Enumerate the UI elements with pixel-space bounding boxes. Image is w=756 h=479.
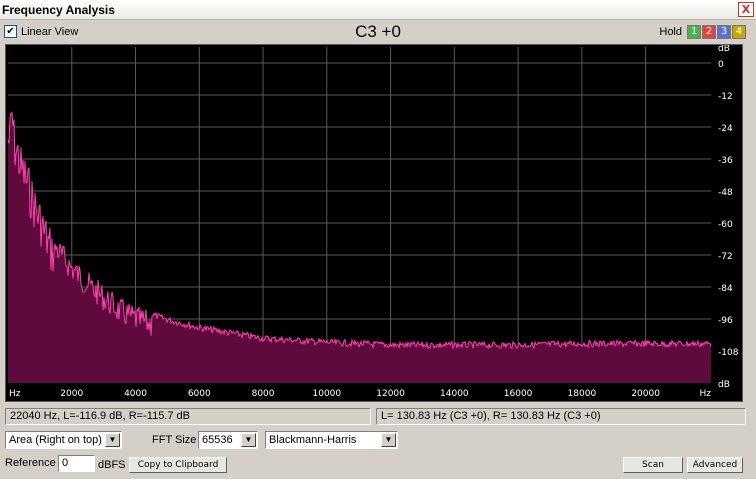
fft-size-label: FFT Size — [152, 434, 197, 446]
y-tick-label: -96 — [718, 316, 733, 326]
chevron-down-icon[interactable]: ▼ — [105, 433, 120, 447]
y-tick-label: -48 — [718, 188, 733, 198]
hold-button-1[interactable]: 1 — [687, 25, 701, 39]
chevron-down-icon[interactable]: ▼ — [381, 433, 396, 447]
hold-button-2[interactable]: 2 — [702, 25, 716, 39]
y-tick-label: -36 — [718, 156, 733, 166]
y-tick-label: -24 — [718, 124, 733, 134]
y-tick-label: 0 — [718, 60, 724, 70]
x-tick-label: 16000 — [504, 389, 533, 399]
x-tick-label: 14000 — [440, 389, 469, 399]
window-function-select[interactable]: Blackmann-Harris ▼ — [265, 431, 398, 449]
spectrum-display[interactable]: dB 0 -12 -24 -36 -48 -60 -72 -84 -96 -108 dB Hz 2000 4… — [5, 44, 743, 402]
y-tick-label: -108 — [718, 348, 739, 358]
fft-size-select[interactable]: 65536 ▼ — [198, 431, 258, 449]
close-button[interactable]: X — [738, 2, 754, 17]
y-tick-label: -72 — [718, 252, 733, 262]
y-tick-label: -60 — [718, 220, 733, 230]
x-tick-label: 12000 — [376, 389, 405, 399]
spectrum-chart: dB 0 -12 -24 -36 -48 -60 -72 -84 -96 -108 dB Hz 2000 4… — [6, 45, 742, 401]
title-bar: Frequency Analysis X — [0, 0, 756, 20]
fft-size-value: 65536 — [202, 434, 233, 446]
detected-pitch: C3 +0 — [355, 22, 401, 41]
chevron-down-icon[interactable]: ▼ — [241, 433, 256, 447]
x-tick-label: Hz — [700, 389, 712, 399]
window-function-value: Blackmann-Harris — [269, 434, 357, 446]
y-tick-label: -12 — [718, 92, 733, 102]
reference-input[interactable]: 0 — [58, 455, 95, 472]
spectrum-area — [8, 112, 711, 383]
x-tick-label: 4000 — [124, 389, 147, 399]
x-tick-label: 8000 — [252, 389, 275, 399]
y-tick-label: dB — [718, 380, 730, 390]
x-tick-label: 2000 — [60, 389, 83, 399]
cursor-readout: 22040 Hz, L=-116.9 dB, R=-115.7 dB — [5, 408, 371, 425]
scan-button[interactable]: Scan — [623, 457, 683, 473]
display-mode-value: Area (Right on top) — [9, 434, 102, 446]
x-tick-label: 10000 — [313, 389, 342, 399]
y-tick-label: -84 — [718, 284, 733, 294]
advanced-button[interactable]: Advanced — [687, 457, 743, 473]
hold-label: Hold — [659, 26, 682, 38]
hold-controls: Hold 1 2 3 4 — [659, 25, 746, 39]
y-tick-label: dB — [718, 45, 730, 54]
reference-label: Reference — [5, 457, 56, 469]
display-mode-select[interactable]: Area (Right on top) ▼ — [5, 431, 122, 449]
x-tick-label: 20000 — [631, 389, 660, 399]
peak-readout: L= 130.83 Hz (C3 +0), R= 130.83 Hz (C3 +… — [376, 408, 746, 425]
x-tick-label: Hz — [9, 389, 21, 399]
window-title: Frequency Analysis — [2, 3, 115, 17]
hold-button-3[interactable]: 3 — [717, 25, 731, 39]
x-tick-label: 18000 — [568, 389, 597, 399]
hold-button-4[interactable]: 4 — [732, 25, 746, 39]
reference-unit: dBFS — [98, 459, 126, 471]
x-tick-label: 6000 — [188, 389, 211, 399]
copy-to-clipboard-button[interactable]: Copy to Clipboard — [129, 457, 227, 473]
